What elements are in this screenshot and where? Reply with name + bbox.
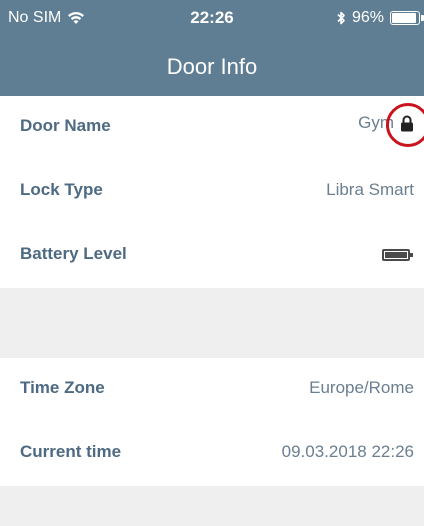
current-time-value: 09.03.2018 22:26 xyxy=(281,442,414,461)
time-zone-value: Europe/Rome xyxy=(309,378,414,397)
lock-icon[interactable] xyxy=(386,102,424,147)
current-time-row: Current time 09.03.2018 22:26 xyxy=(0,422,424,486)
battery-level-label: Battery Level xyxy=(20,244,127,263)
bottom-spacer xyxy=(0,488,424,526)
highlight-circle xyxy=(386,102,424,147)
lock-type-value: Libra Smart xyxy=(326,180,414,199)
door-name-value-group: Gym xyxy=(358,102,424,147)
door-info-screen: No SIM 22:26 96% Door Info Door Name Gym… xyxy=(0,0,424,526)
time-zone-label: Time Zone xyxy=(20,378,105,397)
battery-percent: 96% xyxy=(351,9,384,26)
status-right-group: 96% xyxy=(336,9,424,27)
page-title: Door Info xyxy=(166,54,258,79)
time-zone-row[interactable]: Time Zone Europe/Rome xyxy=(0,358,424,422)
lock-type-row: Lock Type Libra Smart xyxy=(0,160,424,224)
battery-level-row: Battery Level xyxy=(0,224,424,288)
header: No SIM 22:26 96% Door Info xyxy=(0,0,424,96)
status-bar: No SIM 22:26 96% xyxy=(0,0,424,36)
bluetooth-icon xyxy=(336,10,346,26)
section-spacer xyxy=(0,292,424,356)
current-time-label: Current time xyxy=(20,442,122,461)
battery-full-icon xyxy=(382,249,413,261)
door-name-label: Door Name xyxy=(20,116,111,135)
lock-type-label: Lock Type xyxy=(20,180,103,199)
door-name-row[interactable]: Door Name Gym xyxy=(0,96,424,160)
battery-icon xyxy=(390,11,424,25)
